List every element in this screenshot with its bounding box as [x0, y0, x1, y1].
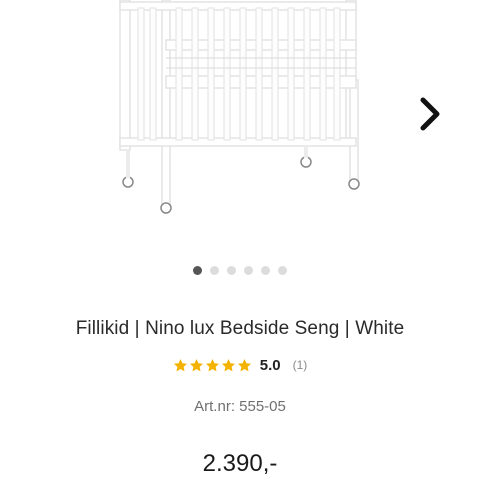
star-icon — [221, 358, 235, 371]
product-title: Fillikid | Nino lux Bedside Seng | White — [75, 318, 405, 339]
gallery-dot[interactable] — [210, 265, 219, 275]
gallery-dot[interactable] — [227, 265, 236, 275]
gallery-dot[interactable] — [261, 265, 270, 275]
star-icon — [173, 358, 187, 371]
star-icon — [237, 358, 251, 371]
rating-stars — [173, 358, 252, 373]
product-rating[interactable]: 5.0 (1) — [0, 354, 480, 376]
product-gallery — [0, 0, 480, 250]
star-icon — [205, 358, 219, 371]
product-image[interactable] — [100, 0, 380, 220]
star-icon — [189, 358, 203, 371]
gallery-dot[interactable] — [193, 265, 202, 275]
gallery-pagination — [0, 264, 480, 276]
rating-value: 5.0 — [259, 356, 281, 374]
next-image-button[interactable] — [408, 92, 452, 136]
product-page: Fillikid | Nino lux Bedside Seng | White… — [0, 0, 480, 480]
gallery-dot[interactable] — [244, 265, 253, 275]
gallery-dot[interactable] — [278, 265, 287, 275]
chevron-right-icon — [420, 97, 440, 131]
product-price: 2.390,- — [202, 450, 278, 477]
rating-count[interactable]: (1) — [293, 358, 308, 372]
article-number: Art.nr: 555-05 — [194, 398, 286, 415]
